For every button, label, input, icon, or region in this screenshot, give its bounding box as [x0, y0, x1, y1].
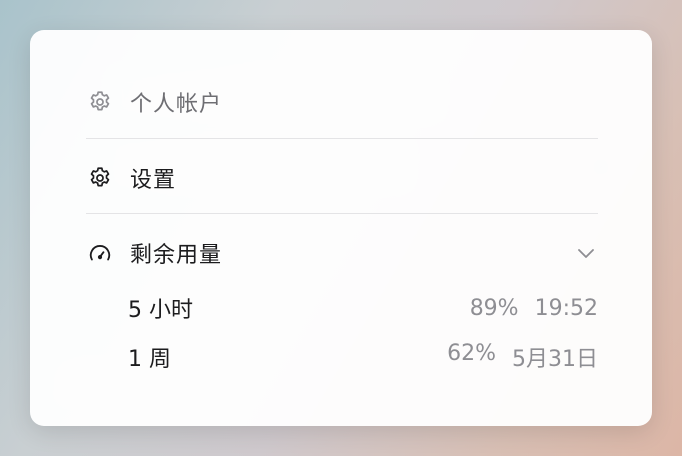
- usage-percent: 89%: [469, 295, 519, 321]
- menu-item-usage[interactable]: 剩余用量: [86, 233, 598, 273]
- usage-period-label: 5 小时: [128, 298, 193, 323]
- menu-item-settings[interactable]: 设置: [86, 158, 598, 198]
- usage-percent: 62%: [447, 341, 496, 366]
- menu-item-usage-label: 剩余用量: [130, 243, 223, 268]
- usage-row-1w: 1 周 62% 5月31日: [128, 341, 598, 373]
- divider: [86, 138, 598, 139]
- menu-item-settings-label: 设置: [130, 168, 177, 193]
- gear-icon: [86, 164, 114, 192]
- usage-row-5h: 5 小时 89% 19:52: [128, 292, 598, 324]
- divider: [86, 213, 598, 214]
- gear-icon: [86, 88, 114, 116]
- account-menu-popup: 个人帐户 设置 剩余用量 5 小时 89% 19:52 1 周 62% 5月31…: [30, 30, 652, 426]
- menu-item-account[interactable]: 个人帐户: [86, 82, 598, 122]
- usage-reset-time: 5月31日: [512, 347, 598, 372]
- usage-values: 89% 19:52: [470, 296, 598, 321]
- usage-reset-time: 19:52: [534, 295, 598, 321]
- usage-values: 62% 5月31日: [447, 341, 598, 373]
- usage-period-label: 1 周: [128, 347, 171, 372]
- chevron-down-icon[interactable]: [574, 241, 598, 265]
- gauge-icon: [86, 239, 114, 267]
- menu-item-account-label: 个人帐户: [130, 92, 223, 117]
